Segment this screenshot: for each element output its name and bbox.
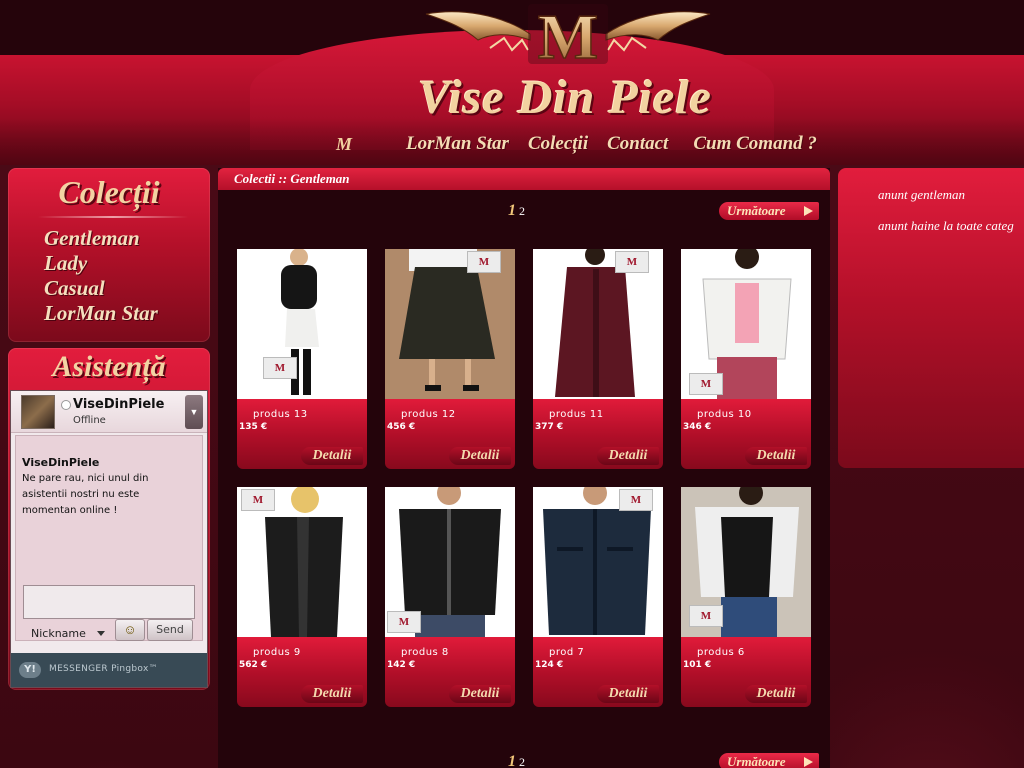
pagination-bottom: 1 2: [508, 752, 525, 768]
product-image[interactable]: M: [237, 249, 367, 399]
brand-watermark-icon: M: [241, 489, 275, 511]
product-image[interactable]: M: [681, 487, 811, 637]
product-image[interactable]: M: [533, 487, 663, 637]
brand-watermark-icon: M: [387, 611, 421, 633]
nickname-selector[interactable]: Nickname: [31, 627, 86, 640]
product-name: prod 7: [549, 647, 585, 658]
details-button[interactable]: Detalii: [301, 447, 363, 465]
product-price: 562 €: [239, 660, 268, 670]
status-dot-icon: [61, 400, 71, 410]
asistenta-heading: Asistență: [52, 350, 166, 383]
nickname-dropdown-icon[interactable]: [97, 631, 105, 636]
pager-current-page: 1: [508, 753, 516, 768]
category-casual[interactable]: Casual: [44, 276, 158, 301]
colectii-heading: Colecții: [58, 174, 160, 210]
nav-item-cum-comand[interactable]: Cum Comand ?: [693, 133, 817, 155]
product-price: 124 €: [535, 660, 564, 670]
ads-panel: anunt gentleman anunt haine la toate cat…: [838, 168, 1024, 468]
pagination-top: 1 2: [508, 201, 525, 221]
brand-watermark-icon: M: [615, 251, 649, 273]
nav-item-contact[interactable]: Contact: [607, 133, 668, 155]
chat-message-input[interactable]: [23, 585, 195, 619]
details-button[interactable]: Detalii: [449, 685, 511, 703]
site-header: M Vise Din Piele M LorMan Star Colecții …: [0, 0, 1024, 165]
product-price: 135 €: [239, 422, 268, 432]
brand-watermark-icon: M: [263, 357, 297, 379]
product-name: produs 13: [253, 409, 308, 420]
product-name: produs 6: [697, 647, 745, 658]
product-price: 346 €: [683, 422, 712, 432]
pager-current-page: 1: [508, 202, 516, 219]
logo-letter: M: [538, 1, 598, 68]
product-card[interactable]: M produs 13 135 € Detalii: [237, 249, 367, 469]
ad-link[interactable]: anunt gentleman: [878, 187, 965, 203]
emoticon-icon[interactable]: ☺: [115, 619, 145, 641]
details-button[interactable]: Detalii: [745, 685, 807, 703]
product-name: produs 8: [401, 647, 449, 658]
yahoo-logo-icon: Y!: [19, 662, 41, 678]
pingbox-footer: Y! MESSENGER Pingbox™: [11, 653, 207, 687]
pager-page-link[interactable]: 2: [519, 755, 525, 768]
product-image[interactable]: M: [237, 487, 367, 637]
product-image[interactable]: M: [533, 249, 663, 399]
details-button[interactable]: Detalii: [597, 685, 659, 703]
product-image[interactable]: M: [385, 487, 515, 637]
product-card[interactable]: M produs 6 101 € Detalii: [681, 487, 811, 707]
next-page-button[interactable]: Următoare: [719, 753, 819, 768]
send-button[interactable]: Send: [147, 619, 193, 641]
breadcrumb-text: Colectii :: Gentleman: [234, 171, 350, 186]
colectii-panel: Colecții Gentleman Lady Casual LorMan St…: [8, 168, 210, 342]
winged-logo-icon[interactable]: M: [420, 0, 716, 68]
details-button[interactable]: Detalii: [449, 447, 511, 465]
product-card[interactable]: M prod 7 124 € Detalii: [533, 487, 663, 707]
nav-logo-letter: M: [335, 134, 352, 154]
product-price: 456 €: [387, 422, 416, 432]
product-image[interactable]: M: [385, 249, 515, 399]
pingbox-contact-name: ViseDinPiele: [73, 397, 165, 412]
product-name: produs 12: [401, 409, 456, 420]
breadcrumb: Colectii :: Gentleman: [218, 168, 830, 190]
next-page-button[interactable]: Următoare: [719, 202, 819, 220]
product-card[interactable]: M produs 12 456 € Detalii: [385, 249, 515, 469]
nav-item-lorman-star[interactable]: LorMan Star: [406, 133, 509, 155]
product-name: produs 9: [253, 647, 301, 658]
brand-watermark-icon: M: [689, 605, 723, 627]
product-card[interactable]: M produs 8 142 € Detalii: [385, 487, 515, 707]
category-lorman-star[interactable]: LorMan Star: [44, 301, 158, 326]
site-title: Vise Din Piele: [418, 71, 712, 124]
product-price: 377 €: [535, 422, 564, 432]
product-card[interactable]: M produs 9 562 € Detalii: [237, 487, 367, 707]
brand-watermark-icon: M: [619, 489, 653, 511]
chat-message-sender: ViseDinPiele: [22, 456, 100, 469]
heading-divider: [38, 216, 188, 218]
category-list: Gentleman Lady Casual LorMan Star: [44, 226, 158, 326]
brand-watermark-icon: M: [467, 251, 501, 273]
pingbox-footer-text: MESSENGER Pingbox™: [49, 664, 158, 674]
product-price: 142 €: [387, 660, 416, 670]
category-gentleman[interactable]: Gentleman: [44, 226, 158, 251]
product-name: produs 10: [697, 409, 752, 420]
pingbox-header: ViseDinPiele Offline ▼: [11, 391, 207, 433]
details-button[interactable]: Detalii: [301, 685, 363, 703]
pager-page-link[interactable]: 2: [519, 204, 525, 219]
product-card[interactable]: M produs 11 377 € Detalii: [533, 249, 663, 469]
ad-link[interactable]: anunt haine la toate categ: [878, 218, 1014, 234]
nav-home-logo[interactable]: M: [300, 131, 388, 157]
chevron-down-icon[interactable]: ▼: [185, 395, 203, 429]
brand-watermark-icon: M: [689, 373, 723, 395]
pingbox-status: Offline: [73, 415, 106, 426]
details-button[interactable]: Detalii: [745, 447, 807, 465]
messenger-pingbox: ViseDinPiele Offline ▼ ViseDinPiele Ne p…: [10, 390, 208, 688]
main-nav: M LorMan Star Colecții Contact Cum Coman…: [300, 130, 830, 158]
product-photo-icon: [281, 249, 319, 395]
product-price: 101 €: [683, 660, 712, 670]
product-name: produs 11: [549, 409, 604, 420]
details-button[interactable]: Detalii: [597, 447, 659, 465]
avatar: [21, 395, 55, 429]
product-card[interactable]: M produs 10 346 € Detalii: [681, 249, 811, 469]
product-image[interactable]: M: [681, 249, 811, 399]
category-lady[interactable]: Lady: [44, 251, 158, 276]
nav-item-colectii[interactable]: Colecții: [528, 133, 588, 155]
chat-message-text: Ne pare rau, nici unul din asistentii no…: [22, 473, 149, 516]
